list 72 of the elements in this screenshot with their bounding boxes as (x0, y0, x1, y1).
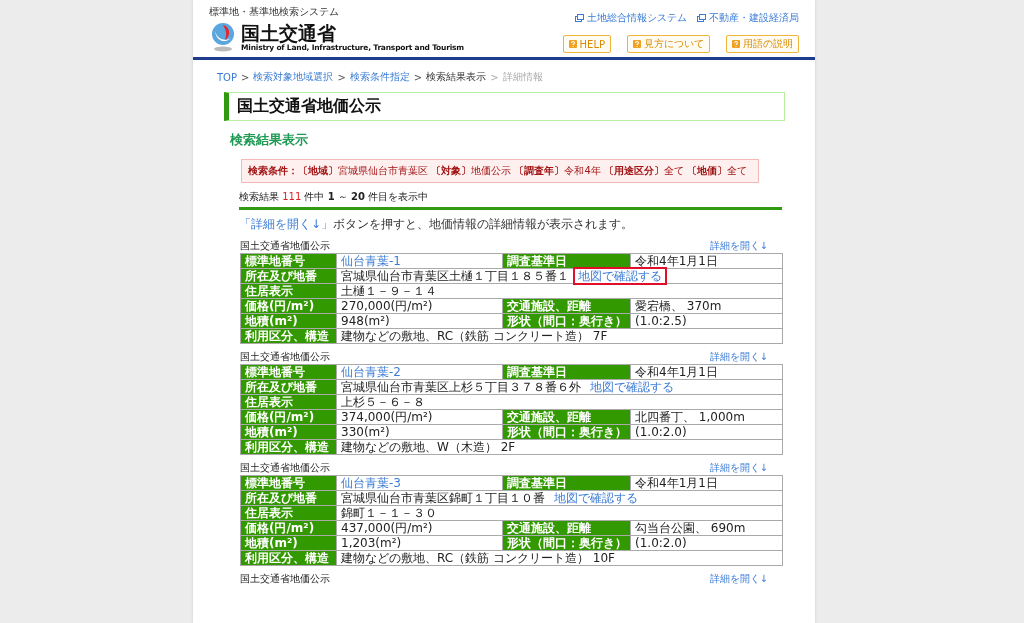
field-value: 令和4年1月1日 (630, 364, 783, 380)
field-value: 勾当台公園、 690m (630, 520, 783, 536)
breadcrumb-separator: > (413, 71, 423, 83)
header-link[interactable]: 不動産・建設経済局 (697, 11, 799, 25)
field-value: 建物などの敷地、RC（鉄筋 コンクリート造） 7F (336, 328, 783, 344)
field-value: 錦町１－１－３０ (336, 505, 783, 521)
map-link[interactable]: 地図で確認する (587, 380, 677, 394)
breadcrumb-item[interactable]: 検索条件指定 (349, 70, 410, 84)
map-link[interactable]: 地図で確認する (551, 491, 641, 505)
record-title: 国土交通省地価公示 (240, 350, 330, 363)
field-value: 建物などの敷地、RC（鉄筋 コンクリート造） 10F (336, 550, 783, 566)
open-details-link[interactable]: 詳細を開く↓ (709, 350, 768, 363)
standard-land-number-link[interactable]: 仙台青葉-3 (341, 476, 401, 490)
field-label: 標準地番号 (240, 364, 337, 380)
address-text: 宮城県仙台市青葉区錦町１丁目１０番 (341, 491, 545, 505)
help-button[interactable]: 見方について (627, 35, 710, 53)
breadcrumb-item[interactable]: TOP (217, 71, 237, 83)
field-label: 標準地番号 (240, 253, 337, 269)
breadcrumb-separator: > (337, 71, 346, 83)
breadcrumb-separator: > (490, 71, 499, 83)
breadcrumb-item[interactable]: 検索結果表示 (426, 70, 487, 84)
record-title: 国土交通省地価公示 (240, 239, 330, 252)
field-value: 374,000(円/m²) (336, 409, 503, 425)
field-value: 令和4年1月1日 (630, 253, 783, 269)
breadcrumb-item[interactable]: 詳細情報 (502, 70, 543, 84)
field-value: 948(m²) (336, 313, 503, 329)
hint-text: 「詳細を開く↓」ボタンを押すと、地価情報の詳細情報が表示されます。 (239, 216, 635, 233)
field-value: (1.0:2.0) (630, 535, 783, 551)
open-details-link[interactable]: 詳細を開く↓ (709, 572, 768, 585)
window-icon (697, 14, 706, 22)
help-button[interactable]: 用語の説明 (726, 35, 799, 53)
field-value: 建物などの敷地、W（木造） 2F (336, 439, 783, 455)
help-icon (568, 40, 577, 48)
field-value: 270,000(円/m²) (336, 298, 503, 314)
open-details-link[interactable]: 詳細を開く↓ (709, 239, 768, 252)
field-value: 上杉５－６－８ (336, 394, 783, 410)
field-value: 愛宕橋、 370m (630, 298, 783, 314)
record-title: 国土交通省地価公示 (240, 461, 330, 474)
window-icon (575, 14, 584, 22)
record-title: 国土交通省地価公示 (240, 572, 330, 585)
standard-land-number-link[interactable]: 仙台青葉-1 (341, 254, 401, 268)
page-title: 国土交通省地価公示 (224, 92, 785, 121)
system-name: 標準地・基準地検索システム (209, 5, 340, 19)
help-icon (633, 40, 641, 48)
breadcrumb-separator: > (241, 71, 250, 83)
field-value: 330(m²) (336, 424, 503, 440)
search-conditions: 検索条件：〔地域〕宮城県仙台市青葉区 〔対象〕地価公示 〔調査年〕令和4年 〔用途区分〕全て 〔地価〕全て (241, 159, 759, 183)
address-text: 宮城県仙台市青葉区土樋１丁目１８５番１ (341, 269, 569, 283)
field-value: 令和4年1月1日 (630, 475, 783, 491)
field-value: 437,000(円/m²) (336, 520, 503, 536)
field-value: (1.0:2.0) (630, 424, 783, 440)
header-link[interactable]: 土地総合情報システム (575, 11, 687, 25)
field-value: 1,203(m²) (336, 535, 503, 551)
standard-land-number-link[interactable]: 仙台青葉-2 (341, 365, 401, 379)
ministry-logo-icon (209, 22, 237, 52)
field-label: 調査基準日 (502, 253, 631, 269)
breadcrumb-item[interactable]: 検索対象地域選択 (253, 70, 334, 84)
address-text: 宮城県仙台市青葉区上杉５丁目３７８番６外 (341, 380, 581, 394)
field-value: 北四番丁、 1,000m (630, 409, 783, 425)
field-label: 調査基準日 (502, 364, 631, 380)
help-icon (732, 40, 740, 48)
open-details-link[interactable]: 詳細を開く↓ (709, 461, 768, 474)
field-label: 標準地番号 (240, 475, 337, 491)
open-details-link[interactable]: 「詳細を開く↓」 (239, 217, 334, 231)
result-count: 検索結果 111 件中 1 ～ 20 件目を表示中 (239, 190, 782, 210)
section-title: 検索結果表示 (230, 131, 309, 149)
field-value: 土樋１－９－１４ (336, 283, 783, 299)
map-link[interactable]: 地図で確認する (575, 269, 665, 283)
ministry-name: 国土交通省 (241, 22, 336, 43)
field-label: 調査基準日 (502, 475, 631, 491)
field-value: (1.0:2.5) (630, 313, 783, 329)
help-button[interactable]: HELP (562, 35, 611, 53)
